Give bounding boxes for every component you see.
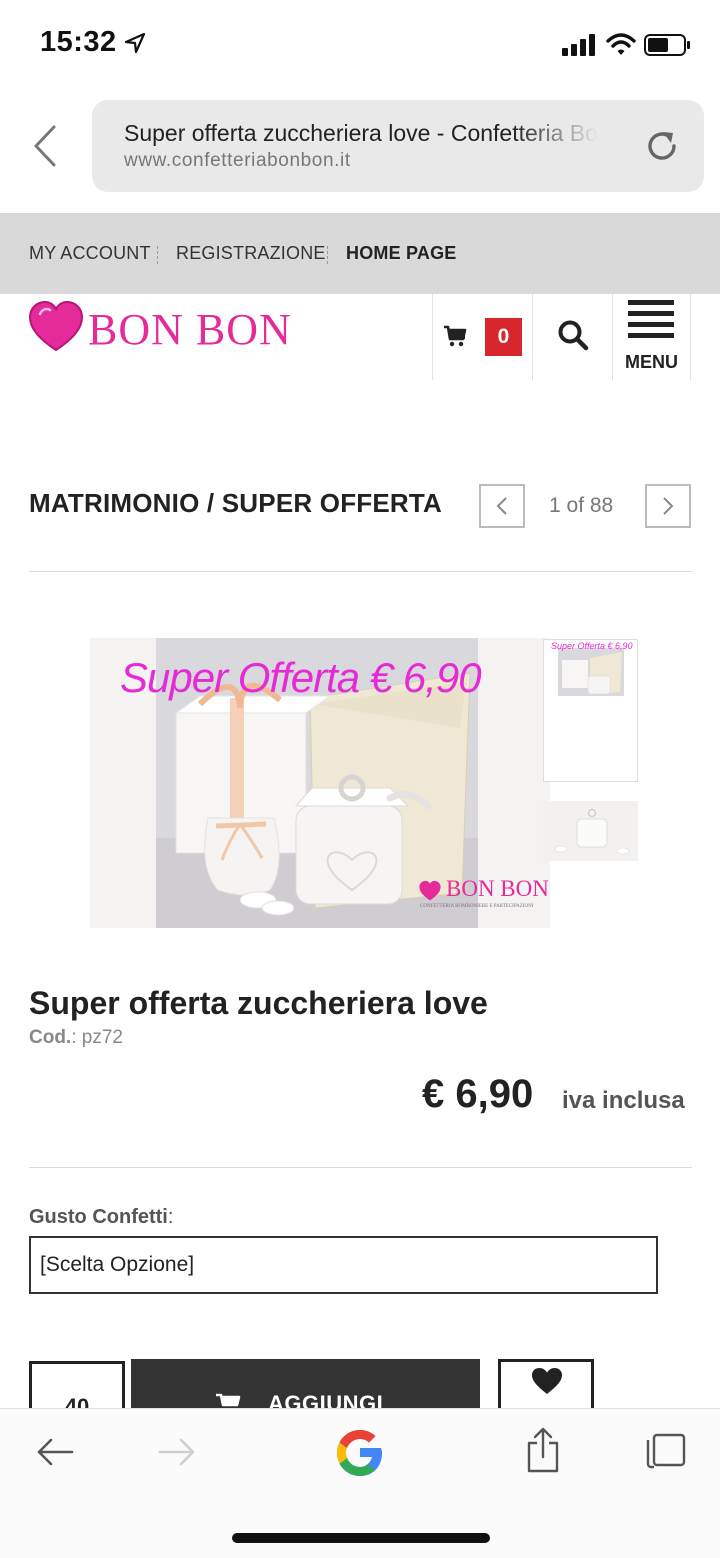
site-logo[interactable]: BON BON <box>28 296 318 362</box>
product-code-label: Cod. <box>29 1027 72 1048</box>
offer-overlay-text: Super Offerta € 6,90 <box>120 654 482 701</box>
top-nav: MY ACCOUNT REGISTRAZIONE HOME PAGE <box>0 213 720 294</box>
option-label-text: Gusto Confetti <box>29 1206 168 1228</box>
menu-label[interactable]: MENU <box>625 352 678 373</box>
vat-note: iva inclusa <box>562 1087 685 1114</box>
heart-icon <box>532 1368 562 1394</box>
product-code-value: : pz72 <box>71 1027 123 1048</box>
share-icon[interactable] <box>525 1427 561 1473</box>
google-logo-icon[interactable] <box>331 1424 389 1482</box>
header-divider <box>612 294 613 380</box>
status-time: 15:32 <box>40 26 117 58</box>
address-bar[interactable]: Super offerta zuccheriera love - Confett… <box>92 100 704 192</box>
nav-registrazione[interactable]: REGISTRAZIONE <box>176 243 326 264</box>
previous-product-button[interactable] <box>479 484 525 528</box>
battery-icon <box>644 34 690 56</box>
thumbnail-photo <box>543 801 638 861</box>
option-label-suffix: : <box>167 1206 174 1228</box>
header-divider <box>690 294 691 380</box>
watermark-logo-text: BON BON <box>446 876 549 901</box>
header-divider <box>432 294 433 380</box>
hamburger-menu-icon[interactable] <box>628 300 674 338</box>
cart-icon[interactable] <box>443 324 467 348</box>
option-label: Gusto Confetti: <box>29 1206 173 1229</box>
url-domain-text: www.confetteriabonbon.it <box>124 150 351 171</box>
tabs-icon[interactable] <box>645 1433 687 1469</box>
nav-separator <box>327 246 328 264</box>
browser-back-chevron-icon[interactable] <box>30 124 60 168</box>
logo-text: BON BON <box>88 305 292 354</box>
watermark-heart-icon <box>419 880 441 901</box>
gusto-confetti-select[interactable]: [Scelta Opzione] <box>29 1236 658 1294</box>
home-indicator[interactable] <box>232 1533 490 1543</box>
product-price: € 6,90 <box>422 1072 534 1116</box>
forward-arrow-icon[interactable] <box>158 1437 196 1467</box>
product-main-image[interactable]: Super Offerta € 6,90 BON BON CONFETTERIA… <box>90 638 550 928</box>
thumbnail-overlay-text: Super Offerta € 6,90 <box>551 641 633 651</box>
page-title-text: Super offerta zuccheriera love - Confett… <box>124 120 598 146</box>
cart-count-badge[interactable]: 0 <box>485 318 522 356</box>
back-arrow-icon[interactable] <box>36 1437 74 1467</box>
status-bar: 15:32 <box>0 0 720 90</box>
watermark-tagline: CONFETTERIA BOMBONIERE E PARTECIPAZIONI <box>420 904 534 909</box>
divider <box>29 1167 692 1168</box>
chevron-left-icon <box>496 497 507 515</box>
thumbnail-1[interactable]: Super Offerta € 6,90 <box>543 639 638 782</box>
reload-icon[interactable] <box>644 128 680 164</box>
nav-my-account[interactable]: MY ACCOUNT <box>29 243 151 264</box>
breadcrumb[interactable]: MATRIMONIO / SUPER OFFERTA <box>29 488 442 519</box>
product-code: Cod.: pz72 <box>29 1027 123 1049</box>
search-icon[interactable] <box>557 319 589 351</box>
divider <box>29 571 692 572</box>
nav-separator <box>157 246 158 264</box>
thumbnail-2[interactable] <box>543 801 638 861</box>
heart-logo-icon <box>28 300 84 352</box>
nav-home-page[interactable]: HOME PAGE <box>346 243 456 264</box>
header-divider <box>532 294 533 380</box>
cellular-signal-icon <box>562 34 595 56</box>
location-arrow-icon <box>124 32 146 54</box>
pager-count: 1 of 88 <box>549 494 614 517</box>
wifi-icon <box>606 33 636 55</box>
next-product-button[interactable] <box>645 484 691 528</box>
product-title: Super offerta zuccheriera love <box>29 985 488 1021</box>
chevron-right-icon <box>663 497 674 515</box>
